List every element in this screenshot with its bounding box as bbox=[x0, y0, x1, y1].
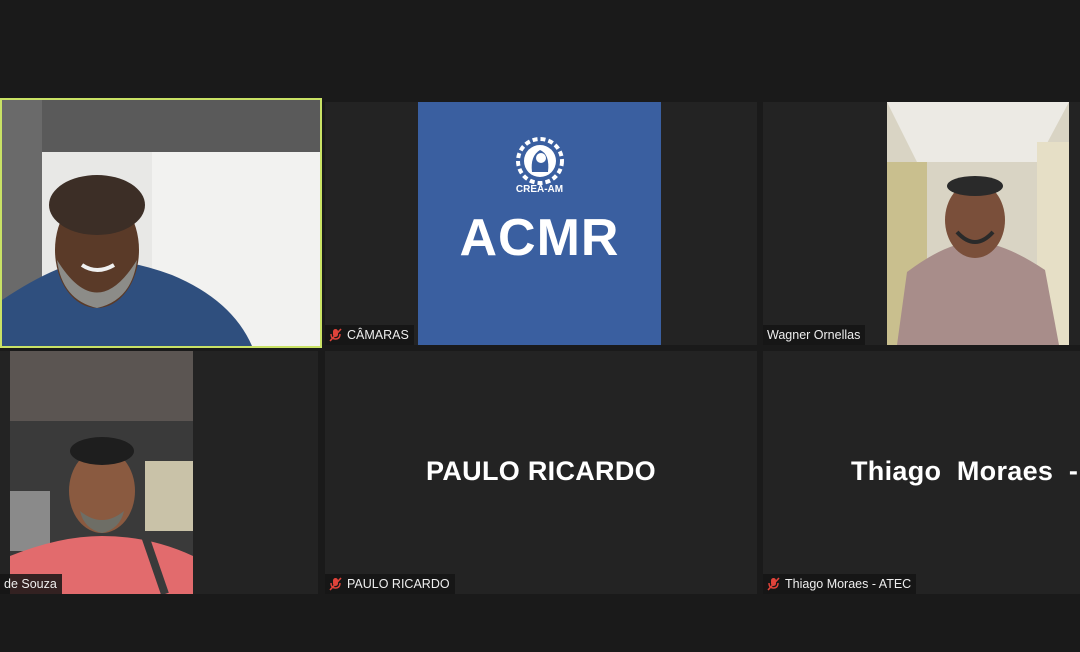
video-tile-thiago[interactable]: Thiago Moraes - Thiago Moraes - ATEC bbox=[763, 351, 1080, 594]
participant-video bbox=[2, 100, 320, 346]
participant-name: de Souza bbox=[4, 577, 57, 591]
crea-am-seal-icon bbox=[516, 137, 564, 185]
video-tile-active-speaker[interactable] bbox=[0, 98, 322, 348]
logo-org-text: CREA-AM bbox=[515, 184, 564, 195]
participant-video bbox=[10, 351, 193, 594]
participant-nametag: CÂMARAS bbox=[325, 325, 414, 345]
logo-title-text: ACMR bbox=[459, 209, 620, 267]
participant-name: CÂMARAS bbox=[347, 328, 409, 342]
participant-display-name: PAULO RICARDO bbox=[426, 456, 656, 486]
participant-nametag: Wagner Ornellas bbox=[763, 325, 866, 345]
participant-nametag: PAULO RICARDO bbox=[325, 574, 455, 594]
video-tile-paulo[interactable]: PAULO RICARDO PAULO RICARDO bbox=[325, 351, 757, 594]
participant-nametag: Thiago Moraes - ATEC bbox=[763, 574, 917, 594]
video-tile-souza[interactable]: de Souza bbox=[0, 351, 318, 594]
mic-muted-icon bbox=[329, 328, 342, 342]
participant-video bbox=[887, 102, 1069, 345]
video-tile-camaras[interactable]: CREA-AM ACMR CÂMARAS bbox=[325, 102, 757, 345]
mic-muted-icon bbox=[767, 577, 780, 591]
participant-nametag: de Souza bbox=[0, 574, 62, 594]
mic-muted-icon bbox=[329, 577, 342, 591]
participant-display-name: Thiago Moraes - bbox=[851, 456, 1079, 486]
video-tile-wagner[interactable]: Wagner Ornellas bbox=[763, 102, 1080, 345]
participant-name: PAULO RICARDO bbox=[347, 577, 450, 591]
participant-name: Thiago Moraes - ATEC bbox=[785, 577, 912, 591]
participant-name: Wagner Ornellas bbox=[767, 328, 861, 342]
acmr-logo: CREA-AM ACMR bbox=[418, 102, 661, 345]
